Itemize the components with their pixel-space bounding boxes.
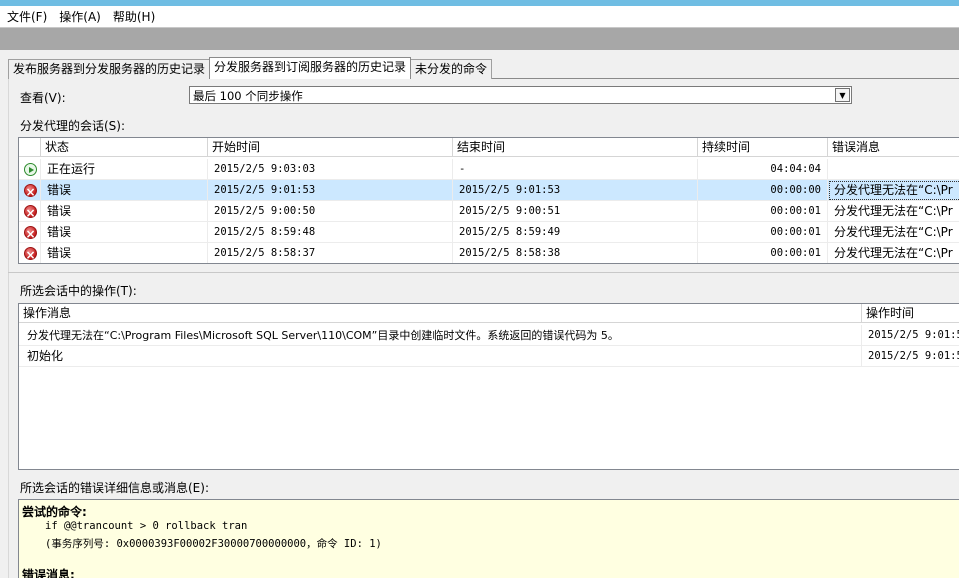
history-tabs: 发布服务器到分发服务器的历史记录 分发服务器到订阅服务器的历史记录 未分发的命令: [8, 57, 493, 79]
session-row[interactable]: 错误 2015/2/5 8:59:48 2015/2/5 8:59:49 00:…: [19, 222, 959, 243]
action-time: 2015/2/5 9:01:5: [868, 350, 959, 362]
session-end-time: 2015/2/5 8:59:49: [453, 222, 698, 243]
column-header-duration[interactable]: 持续时间: [698, 138, 828, 157]
session-status: 正在运行: [41, 159, 208, 180]
error-message-heading: 错误消息:: [22, 568, 75, 578]
error-details-pane[interactable]: 尝试的命令: if @@trancount > 0 rollback tran …: [18, 499, 959, 578]
action-message: 初始化: [19, 346, 862, 367]
sessions-label: 分发代理的会话(S):: [20, 119, 126, 133]
session-start-time: 2015/2/5 8:59:48: [208, 222, 453, 243]
action-row[interactable]: 初始化 2015/2/5 9:01:5: [19, 346, 959, 367]
menu-help[interactable]: 帮助(H): [110, 7, 158, 27]
session-start-time: 2015/2/5 9:00:50: [208, 201, 453, 222]
action-message: 分发代理无法在“C:\Program Files\Microsoft SQL S…: [19, 325, 862, 346]
view-label: 查看(V):: [20, 91, 66, 105]
session-end-time: -: [453, 159, 698, 180]
error-icon: [24, 224, 37, 243]
column-header-status[interactable]: 状态: [41, 138, 208, 157]
session-status: 错误: [41, 243, 208, 263]
view-dropdown[interactable]: 最后 100 个同步操作 ▼: [189, 86, 852, 104]
actions-label: 所选会话中的操作(T):: [20, 284, 137, 298]
column-header-start-time[interactable]: 开始时间: [208, 138, 453, 157]
session-row-selected[interactable]: 错误 2015/2/5 9:01:53 2015/2/5 9:01:53 00:…: [19, 180, 959, 201]
session-error-message: 分发代理无法在“C:\Pr: [834, 246, 953, 260]
actions-grid[interactable]: 操作消息 操作时间 分发代理无法在“C:\Program Files\Micro…: [18, 303, 959, 470]
sessions-grid-header: 状态 开始时间 结束时间 持续时间 错误消息: [19, 138, 959, 157]
running-icon: [24, 163, 37, 176]
session-duration: 00:00:01: [698, 222, 828, 243]
actions-grid-header: 操作消息 操作时间: [19, 304, 959, 323]
session-error-message: 分发代理无法在“C:\Pr: [834, 204, 953, 218]
session-status: 错误: [41, 222, 208, 243]
menu-file[interactable]: 文件(F): [4, 7, 50, 27]
session-duration: 00:00:00: [698, 180, 828, 201]
session-start-time: 2015/2/5 9:01:53: [208, 180, 453, 201]
session-row[interactable]: 错误 2015/2/5 9:00:50 2015/2/5 9:00:51 00:…: [19, 201, 959, 222]
tab-publisher-to-distributor[interactable]: 发布服务器到分发服务器的历史记录: [8, 59, 211, 79]
error-icon: [24, 203, 37, 222]
session-duration: 00:00:01: [698, 201, 828, 222]
sessions-grid[interactable]: 状态 开始时间 结束时间 持续时间 错误消息 正在运行 2015/2/5 9:0…: [18, 137, 959, 264]
command-text: if @@trancount > 0 rollback tran: [45, 520, 248, 532]
column-header-error-message[interactable]: 错误消息: [828, 138, 959, 157]
splitter[interactable]: [8, 272, 959, 273]
session-error-message: 分发代理无法在“C:\Pr: [834, 225, 953, 239]
tab-undistributed-commands[interactable]: 未分发的命令: [410, 59, 493, 79]
error-icon: [24, 245, 37, 263]
session-end-time: 2015/2/5 9:01:53: [453, 180, 698, 201]
chevron-down-icon[interactable]: ▼: [835, 88, 850, 102]
column-header-action-message[interactable]: 操作消息: [19, 304, 862, 323]
session-duration: 00:00:01: [698, 243, 828, 263]
menu-action[interactable]: 操作(A): [56, 7, 104, 27]
session-error-message: 分发代理无法在“C:\Pr: [828, 180, 959, 201]
session-start-time: 2015/2/5 9:03:03: [208, 159, 453, 180]
tab-distributor-to-subscriber[interactable]: 分发服务器到订阅服务器的历史记录: [209, 57, 412, 79]
menu-bar: 文件(F) 操作(A) 帮助(H): [0, 6, 959, 27]
session-row[interactable]: 错误 2015/2/5 8:58:37 2015/2/5 8:58:38 00:…: [19, 243, 959, 263]
session-row[interactable]: 正在运行 2015/2/5 9:03:03 - 04:04:04: [19, 159, 959, 180]
view-dropdown-value: 最后 100 个同步操作: [193, 89, 303, 103]
session-error-message: [828, 159, 959, 180]
session-status: 错误: [41, 180, 208, 201]
action-row[interactable]: 分发代理无法在“C:\Program Files\Microsoft SQL S…: [19, 325, 959, 346]
error-icon: [24, 182, 37, 201]
column-header-action-time[interactable]: 操作时间: [862, 304, 959, 323]
command-heading: 尝试的命令:: [22, 505, 87, 519]
action-time: 2015/2/5 9:01:5: [868, 329, 959, 341]
session-end-time: 2015/2/5 8:58:38: [453, 243, 698, 263]
header-icon-column: [19, 138, 41, 157]
column-header-end-time[interactable]: 结束时间: [453, 138, 698, 157]
session-start-time: 2015/2/5 8:58:37: [208, 243, 453, 263]
session-end-time: 2015/2/5 9:00:51: [453, 201, 698, 222]
session-duration: 04:04:04: [698, 159, 828, 180]
details-label: 所选会话的错误详细信息或消息(E):: [20, 481, 209, 495]
command-transaction-info: (事务序列号: 0x0000393F00002F30000700000000，命…: [45, 538, 382, 550]
toolbar-band: [0, 27, 959, 50]
session-status: 错误: [41, 201, 208, 222]
